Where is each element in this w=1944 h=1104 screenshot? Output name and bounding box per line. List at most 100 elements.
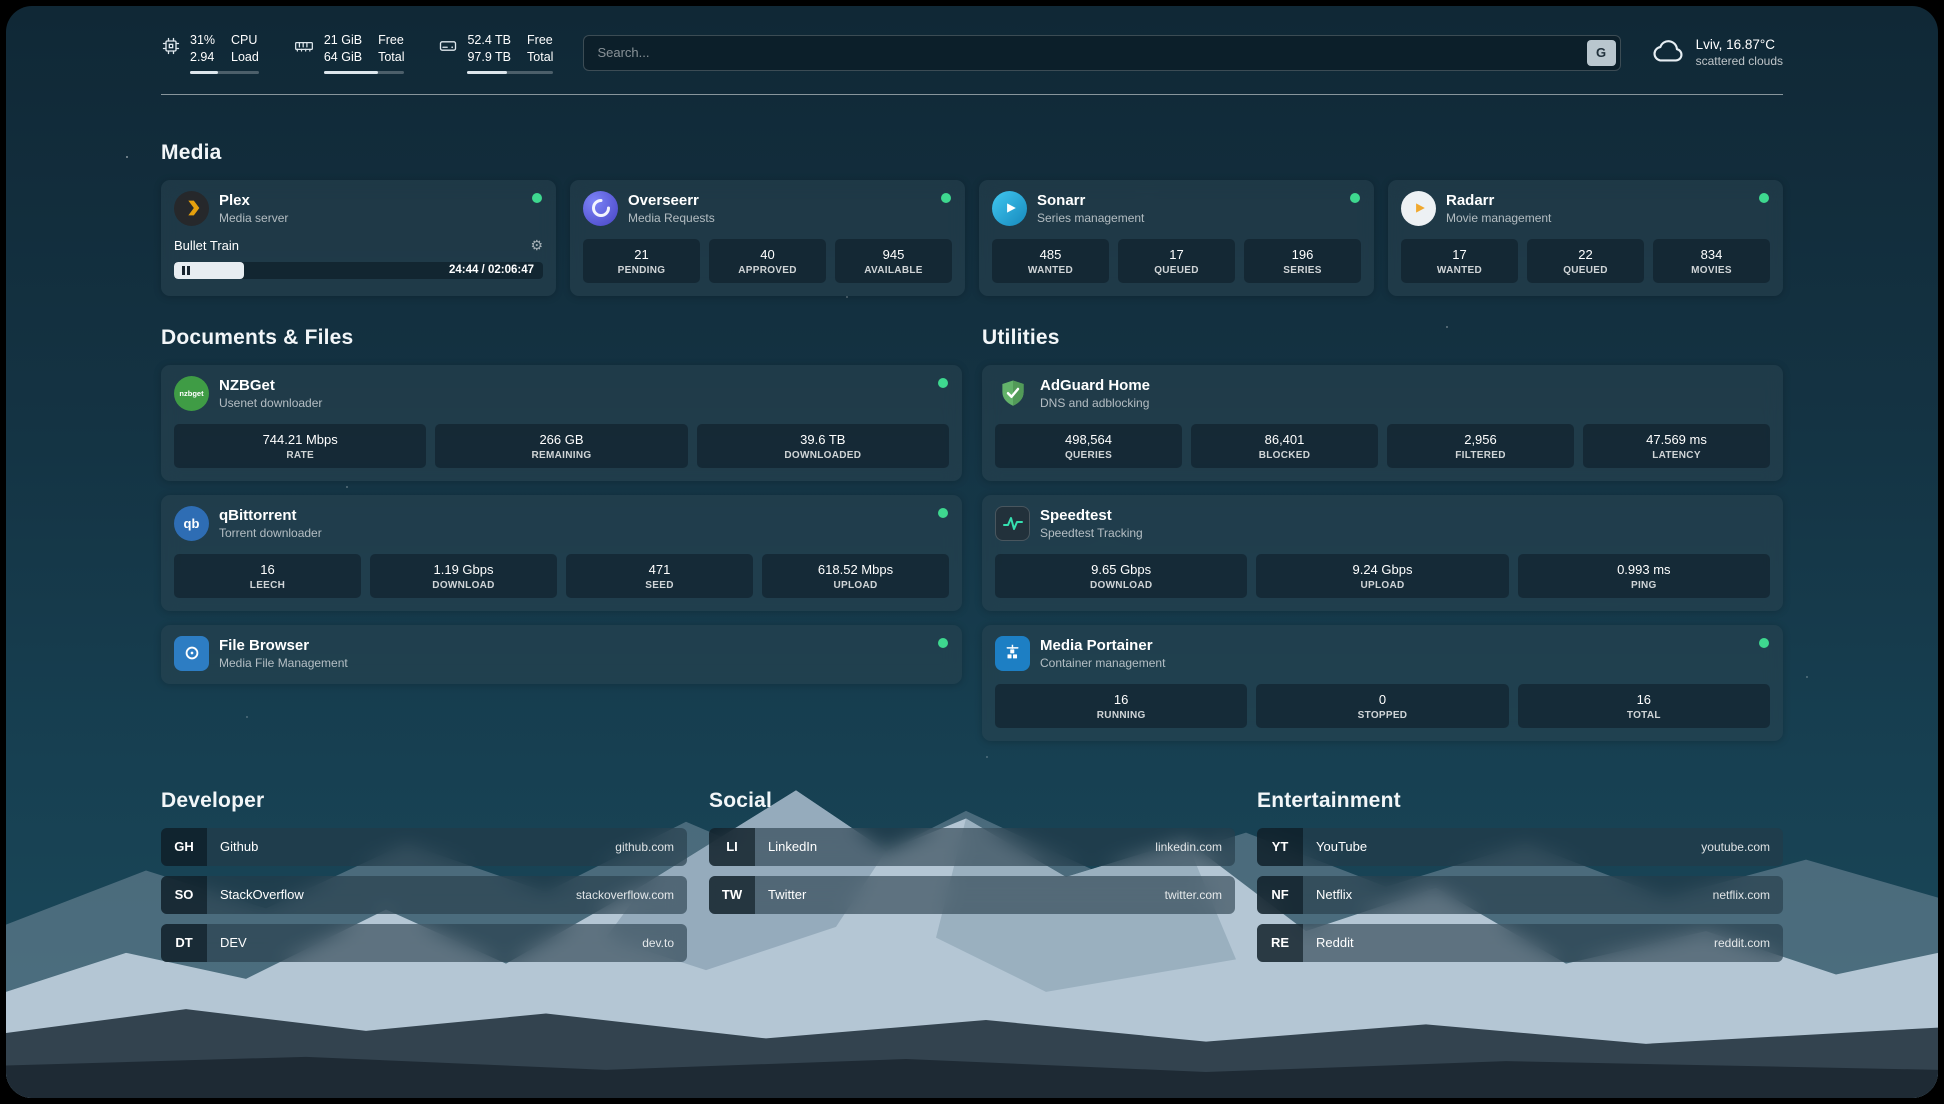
stat-leech: 16 LEECH: [174, 554, 361, 598]
section-title-documents: Documents & Files: [161, 326, 962, 350]
memory-free-value: 21 GiB: [324, 32, 362, 48]
bookmark-youtube[interactable]: YT YouTube youtube.com: [1257, 828, 1783, 866]
overseerr-card[interactable]: Overseerr Media Requests 21 PENDING 40 A…: [570, 180, 965, 296]
bookmark-abbr: RE: [1257, 924, 1303, 962]
stat-running: 16 RUNNING: [995, 684, 1247, 728]
app-subtitle: Usenet downloader: [219, 396, 322, 410]
adguard-card[interactable]: AdGuard Home DNS and adblocking 498,564 …: [982, 365, 1783, 481]
section-title-utilities: Utilities: [982, 326, 1783, 350]
disk-total-value: 97.9 TB: [467, 49, 511, 65]
status-dot: [938, 378, 948, 388]
memory-total-value: 64 GiB: [324, 49, 362, 65]
gear-icon[interactable]: [530, 237, 543, 254]
bookmark-name: Github: [220, 839, 258, 854]
bookmark-linkedin[interactable]: LI LinkedIn linkedin.com: [709, 828, 1235, 866]
section-documents: Documents & Files nzbget NZBGet Usenet d…: [161, 326, 962, 741]
stat-seed: 471 SEED: [566, 554, 753, 598]
adguard-shield-icon: [995, 376, 1030, 411]
bookmark-name: StackOverflow: [220, 887, 304, 902]
app-name: Plex: [219, 192, 288, 209]
stat-queued: 17 QUEUED: [1118, 239, 1235, 283]
nzbget-card[interactable]: nzbget NZBGet Usenet downloader 744.21 M…: [161, 365, 962, 481]
stat-wanted: 485 WANTED: [992, 239, 1109, 283]
bookmark-group-developer: Developer GH Github github.com SO StackO…: [161, 789, 687, 972]
stat-upload: 9.24 Gbps UPLOAD: [1256, 554, 1508, 598]
section-title-media: Media: [161, 141, 1783, 165]
plex-card[interactable]: Plex Media server Bullet Train 24:44 / 0…: [161, 180, 556, 296]
cpu-percent: 31%: [190, 32, 215, 48]
bookmark-reddit[interactable]: RE Reddit reddit.com: [1257, 924, 1783, 962]
bookmark-twitter[interactable]: TW Twitter twitter.com: [709, 876, 1235, 914]
stat-download: 1.19 Gbps DOWNLOAD: [370, 554, 557, 598]
search-provider-badge: G: [1587, 40, 1616, 66]
stat-approved: 40 APPROVED: [709, 239, 826, 283]
stat-download: 9.65 Gbps DOWNLOAD: [995, 554, 1247, 598]
memory-free-label: Free: [378, 32, 404, 48]
filebrowser-card[interactable]: File Browser Media File Management: [161, 625, 962, 684]
search-bar: G: [583, 35, 1620, 71]
memory-widget: 21 GiB Free 64 GiB Total: [293, 32, 405, 74]
playback-progress-bar[interactable]: 24:44 / 02:06:47: [174, 262, 543, 279]
bookmark-abbr: DT: [161, 924, 207, 962]
app-subtitle: Movie management: [1446, 211, 1551, 225]
section-title-developer: Developer: [161, 789, 687, 813]
bookmark-abbr: SO: [161, 876, 207, 914]
nzbget-icon: nzbget: [174, 376, 209, 411]
stat-queries: 498,564 QUERIES: [995, 424, 1182, 468]
app-name: AdGuard Home: [1040, 377, 1150, 394]
bookmark-abbr: GH: [161, 828, 207, 866]
nzbget-icon-label: nzbget: [179, 389, 203, 398]
search-input[interactable]: [583, 35, 1620, 71]
sonarr-card[interactable]: Sonarr Series management 485 WANTED 17 Q…: [979, 180, 1374, 296]
bookmark-netflix[interactable]: NF Netflix netflix.com: [1257, 876, 1783, 914]
bookmark-abbr: TW: [709, 876, 755, 914]
stat-upload: 618.52 Mbps UPLOAD: [762, 554, 949, 598]
cpu-icon: [161, 36, 181, 56]
stat-remaining: 266 GB REMAINING: [435, 424, 687, 468]
radarr-icon: [1401, 191, 1436, 226]
header-divider: [161, 94, 1783, 95]
bookmark-abbr: YT: [1257, 828, 1303, 866]
app-name: Radarr: [1446, 192, 1551, 209]
stat-queued: 22 QUEUED: [1527, 239, 1644, 283]
app-subtitle: Series management: [1037, 211, 1144, 225]
stat-downloaded: 39.6 TB DOWNLOADED: [697, 424, 949, 468]
overseerr-icon: [583, 191, 618, 226]
section-title-entertainment: Entertainment: [1257, 789, 1783, 813]
app-name: Media Portainer: [1040, 637, 1165, 654]
stat-stopped: 0 STOPPED: [1256, 684, 1508, 728]
app-name: File Browser: [219, 637, 348, 654]
sonarr-icon: [992, 191, 1027, 226]
bookmark-github[interactable]: GH Github github.com: [161, 828, 687, 866]
app-subtitle: Media Requests: [628, 211, 715, 225]
bookmark-stackoverflow[interactable]: SO StackOverflow stackoverflow.com: [161, 876, 687, 914]
bookmark-abbr: LI: [709, 828, 755, 866]
hard-drive-icon: [438, 36, 458, 56]
bookmark-dev[interactable]: DT DEV dev.to: [161, 924, 687, 962]
radarr-card[interactable]: Radarr Movie management 17 WANTED 22 QUE…: [1388, 180, 1783, 296]
filebrowser-icon: [174, 636, 209, 671]
resource-widgets: 31% CPU 2.94 Load: [161, 32, 553, 74]
section-media: Media Plex Media server Bullet T: [161, 141, 1783, 296]
portainer-card[interactable]: Media Portainer Container management 16 …: [982, 625, 1783, 741]
speedtest-card[interactable]: Speedtest Speedtest Tracking 9.65 Gbps D…: [982, 495, 1783, 611]
app-subtitle: Container management: [1040, 656, 1165, 670]
app-name: Overseerr: [628, 192, 715, 209]
stat-ping: 0.993 ms PING: [1518, 554, 1770, 598]
cpu-widget: 31% CPU 2.94 Load: [161, 32, 259, 74]
stat-movies: 834 MOVIES: [1653, 239, 1770, 283]
speedtest-pulse-icon: [995, 506, 1030, 541]
bookmark-name: LinkedIn: [768, 839, 817, 854]
pause-icon[interactable]: [182, 266, 185, 275]
qbittorrent-card[interactable]: qb qBittorrent Torrent downloader 16 LEE…: [161, 495, 962, 611]
bookmark-group-entertainment: Entertainment YT YouTube youtube.com NF …: [1257, 789, 1783, 972]
app-subtitle: Torrent downloader: [219, 526, 322, 540]
bookmark-name: Netflix: [1316, 887, 1352, 902]
disk-total-label: Total: [527, 49, 553, 65]
weather-location: Lviv, 16.87°C: [1696, 37, 1783, 52]
playback-time: 24:44 / 02:06:47: [449, 264, 534, 276]
bookmark-name: DEV: [220, 935, 247, 950]
weather-condition: scattered clouds: [1696, 54, 1783, 68]
app-name: Speedtest: [1040, 507, 1143, 524]
stat-latency: 47.569 ms LATENCY: [1583, 424, 1770, 468]
